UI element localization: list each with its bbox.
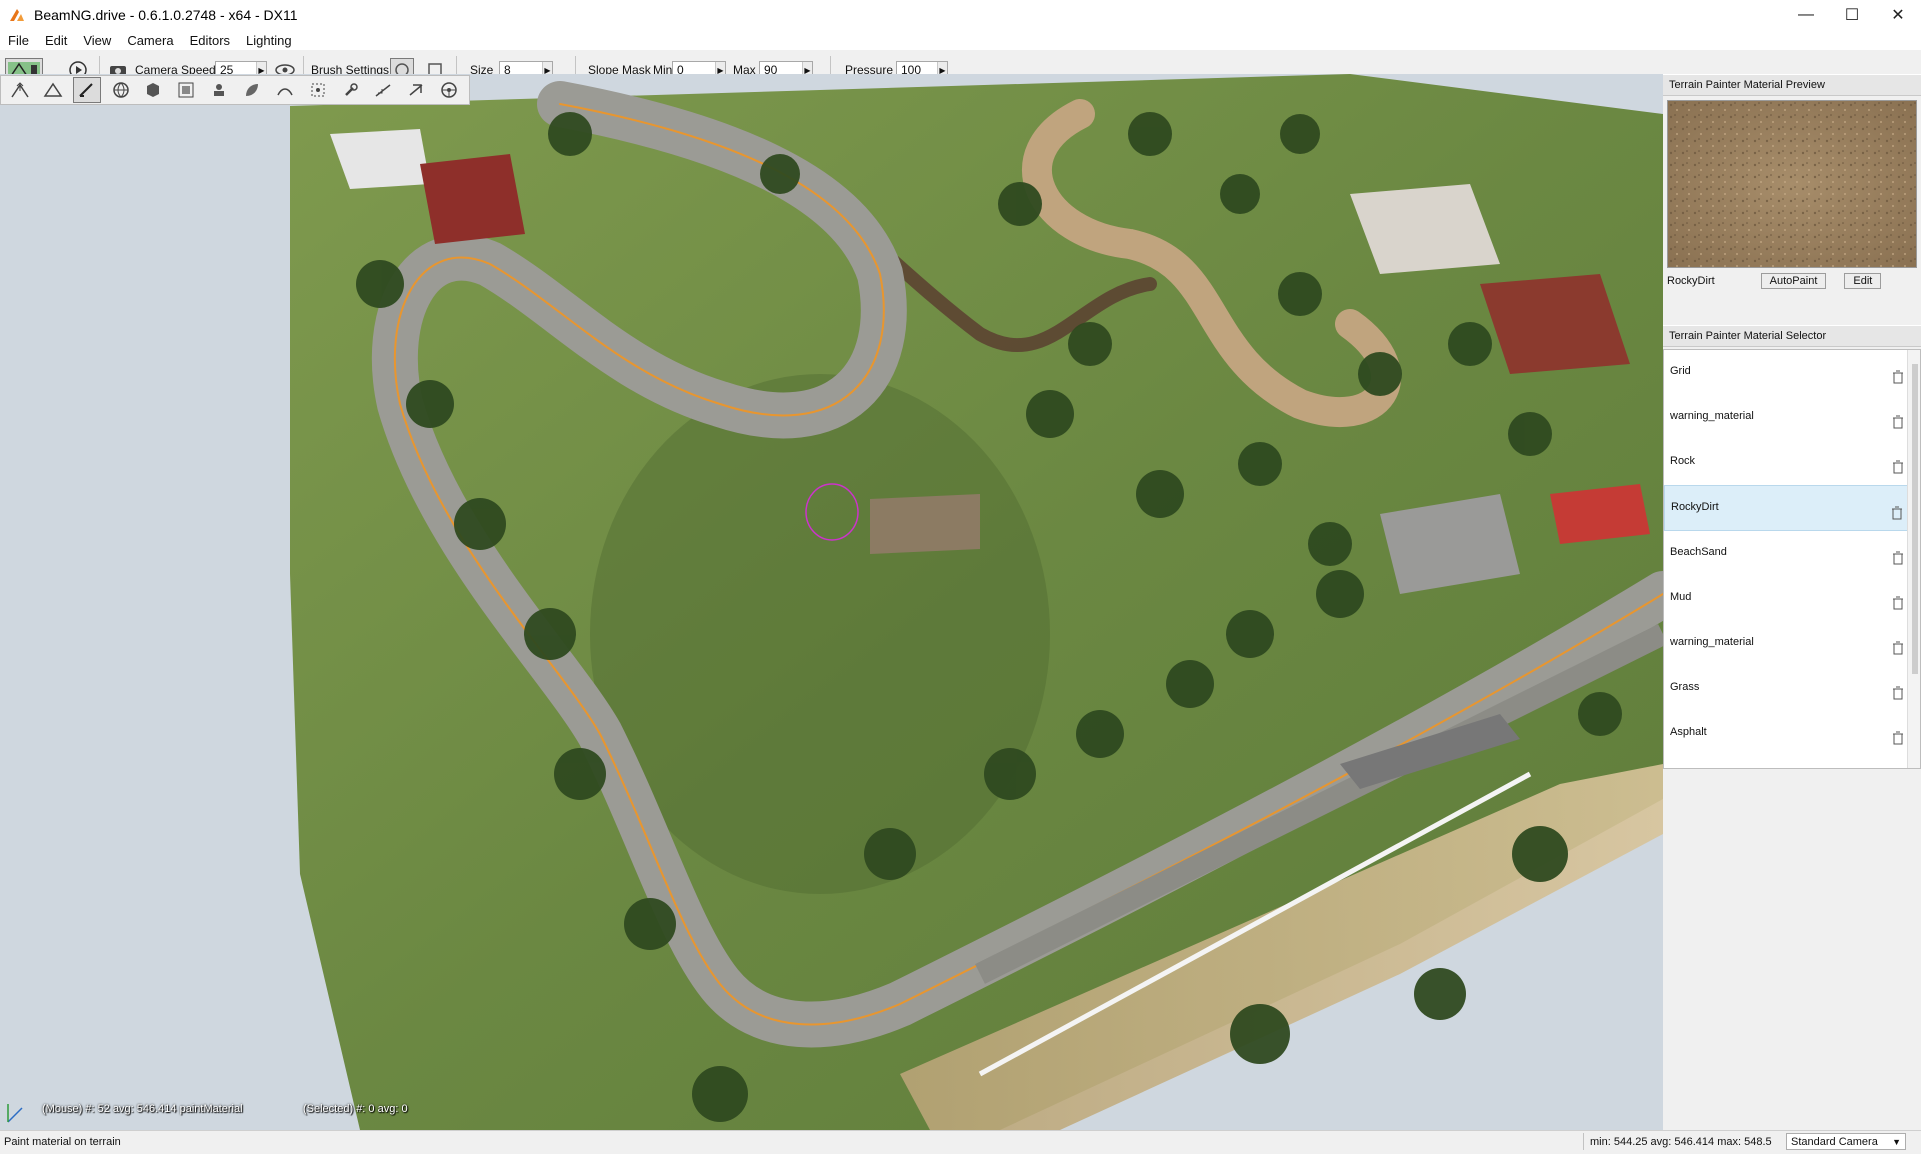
menu-view[interactable]: View — [75, 33, 119, 48]
terrain-tools-toolbar — [0, 75, 470, 105]
trash-icon[interactable] — [1891, 506, 1903, 520]
material-name: Mud — [1670, 591, 1692, 603]
material-name: Grass — [1670, 681, 1700, 693]
camera-mode-select[interactable]: Standard Camera ▼ — [1786, 1133, 1906, 1150]
list-item[interactable]: Grid — [1664, 350, 1920, 395]
material-preview-image — [1667, 100, 1917, 268]
mouse-info-overlay: (Mouse) #: 52 avg: 546.414 paintMaterial — [42, 1103, 243, 1115]
menu-editors[interactable]: Editors — [182, 33, 238, 48]
window-title: BeamNG.drive - 0.6.1.0.2748 - x64 - DX11 — [34, 7, 298, 23]
smooth-icon[interactable] — [272, 78, 298, 102]
camera-mode-value: Standard Camera — [1791, 1135, 1878, 1148]
trash-icon[interactable] — [1892, 641, 1904, 655]
scrollbar-thumb[interactable] — [1912, 364, 1918, 674]
steering-icon[interactable] — [436, 78, 462, 102]
trash-icon[interactable] — [1892, 370, 1904, 384]
list-item[interactable]: warning_material — [1664, 621, 1920, 666]
material-name: Grid — [1670, 365, 1691, 377]
material-name: BeachSand — [1670, 546, 1727, 558]
slope-icon[interactable] — [370, 78, 396, 102]
trash-icon[interactable] — [1892, 551, 1904, 565]
chevron-down-icon: ▼ — [1892, 1136, 1901, 1147]
globe-icon[interactable] — [108, 78, 134, 102]
height-stats: min: 544.25 avg: 546.414 max: 548.5 — [1583, 1133, 1776, 1150]
raise-height-icon[interactable] — [7, 78, 33, 102]
material-selector-list: Grid warning_material Rock RockyDirt Bea… — [1663, 349, 1921, 769]
material-name: warning_material — [1670, 636, 1754, 648]
material-selector-title: Terrain Painter Material Selector — [1663, 325, 1921, 347]
menu-camera[interactable]: Camera — [119, 33, 181, 48]
material-preview-title: Terrain Painter Material Preview — [1663, 74, 1921, 96]
beamng-app-icon — [10, 9, 24, 21]
list-item[interactable]: Rock — [1664, 440, 1920, 485]
maximize-button[interactable]: ☐ — [1829, 0, 1875, 30]
leaf-icon[interactable] — [239, 78, 265, 102]
trash-icon[interactable] — [1892, 415, 1904, 429]
list-item[interactable]: Grass — [1664, 666, 1920, 711]
title-bar: BeamNG.drive - 0.6.1.0.2748 - x64 - DX11… — [0, 0, 1921, 30]
adjust-icon[interactable] — [403, 78, 429, 102]
trash-icon[interactable] — [1892, 460, 1904, 474]
list-item[interactable]: Asphalt — [1664, 711, 1920, 756]
flatten-icon[interactable] — [40, 78, 66, 102]
mesh-icon[interactable] — [206, 78, 232, 102]
list-item[interactable]: Mud — [1664, 576, 1920, 621]
menu-bar: File Edit View Camera Editors Lighting — [0, 30, 1921, 50]
list-item[interactable]: warning_material — [1664, 395, 1920, 440]
menu-file[interactable]: File — [0, 33, 37, 48]
list-item-selected[interactable]: RockyDirt — [1664, 485, 1920, 531]
box-icon[interactable] — [140, 78, 166, 102]
menu-lighting[interactable]: Lighting — [238, 33, 300, 48]
status-message: Paint material on terrain — [4, 1136, 121, 1148]
edit-material-button[interactable]: Edit — [1844, 273, 1882, 289]
material-name: Rock — [1670, 455, 1696, 467]
terrain-viewport[interactable] — [0, 74, 1663, 1130]
close-button[interactable]: ✕ — [1875, 0, 1921, 30]
preview-material-name: RockyDirt — [1667, 275, 1715, 287]
trash-icon[interactable] — [1892, 731, 1904, 745]
list-item[interactable]: BeachSand — [1664, 531, 1920, 576]
minimize-button[interactable]: — — [1783, 0, 1829, 30]
paint-material-icon[interactable] — [72, 77, 101, 103]
select-icon[interactable] — [305, 78, 331, 102]
trash-icon[interactable] — [1892, 596, 1904, 610]
material-name: RockyDirt — [1671, 501, 1719, 513]
terrain-scene — [7, 74, 1663, 1130]
material-name: warning_material — [1670, 410, 1754, 422]
material-name: Asphalt — [1670, 726, 1707, 738]
texture-icon[interactable] — [173, 78, 199, 102]
autopaint-button[interactable]: AutoPaint — [1760, 273, 1827, 289]
selected-info-overlay: (Selected) #: 0 avg: 0 — [303, 1103, 408, 1115]
menu-edit[interactable]: Edit — [37, 33, 75, 48]
wrench-icon[interactable] — [338, 78, 364, 102]
right-panel: Terrain Painter Material Preview RockyDi… — [1663, 74, 1921, 1130]
material-list-scrollbar[interactable] — [1907, 350, 1920, 768]
trash-icon[interactable] — [1892, 686, 1904, 700]
status-bar: Paint material on terrain min: 544.25 av… — [0, 1130, 1921, 1154]
